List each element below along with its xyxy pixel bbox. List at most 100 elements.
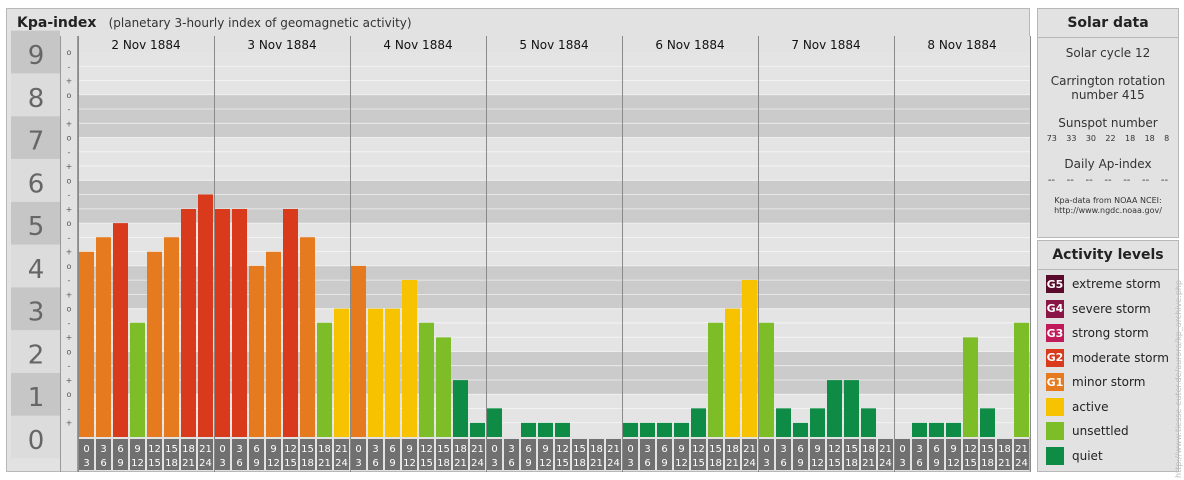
sunspot-title: Sunspot number — [1058, 116, 1158, 130]
time-start-label: 6 — [117, 444, 123, 455]
time-start-label: 3 — [508, 444, 514, 455]
time-start-label: 0 — [899, 444, 905, 455]
activity-level-item: quiet — [1046, 446, 1103, 465]
time-start-label: 3 — [916, 444, 922, 455]
ap-value: -- — [1123, 175, 1131, 186]
activity-level-item: G1 minor storm — [1046, 373, 1145, 391]
time-end-label: 12 — [539, 458, 552, 469]
time-start-label: 9 — [678, 444, 684, 455]
kp-bar — [708, 322, 723, 437]
kp-bar — [487, 408, 502, 437]
kp-bar — [538, 422, 553, 437]
kp-bar — [96, 237, 111, 437]
time-start-label: 21 — [607, 444, 620, 455]
kp-bar — [640, 422, 655, 437]
time-end-label: 15 — [964, 458, 977, 469]
credit-url[interactable]: http://www.tiesse-euter.de/aurora/kp_arc… — [1174, 280, 1183, 478]
y-tick-label: 8 — [28, 84, 45, 114]
time-end-label: 18 — [845, 458, 858, 469]
time-end-label: 21 — [998, 458, 1011, 469]
kp-bar — [249, 265, 264, 437]
time-start-label: 15 — [981, 444, 994, 455]
time-start-label: 6 — [661, 444, 667, 455]
activity-level-swatch: G1 — [1046, 373, 1064, 391]
kp-bar — [232, 208, 247, 437]
activity-level-label: moderate storm — [1072, 350, 1169, 365]
time-end-label: 9 — [525, 458, 531, 469]
kp-bar — [861, 408, 876, 437]
time-start-label: 0 — [355, 444, 361, 455]
time-end-label: 18 — [165, 458, 178, 469]
time-start-label: 21 — [335, 444, 348, 455]
activity-level-label: unsettled — [1072, 424, 1129, 438]
minor-tick-label: + — [66, 376, 73, 385]
time-start-label: 0 — [219, 444, 225, 455]
kp-bar — [946, 422, 961, 437]
ap-value: -- — [1085, 175, 1093, 186]
y-tick-label: 9 — [28, 41, 45, 71]
time-start-label: 15 — [573, 444, 586, 455]
kp-bar — [555, 422, 570, 437]
time-end-label: 15 — [420, 458, 433, 469]
time-end-label: 18 — [437, 458, 450, 469]
minor-tick-label: o — [67, 305, 72, 314]
activity-level-item: unsettled — [1046, 422, 1129, 440]
kp-bar — [147, 251, 162, 437]
time-start-label: 15 — [165, 444, 178, 455]
time-start-label: 18 — [726, 444, 739, 455]
time-start-label: 12 — [420, 444, 433, 455]
time-end-label: 21 — [454, 458, 467, 469]
solar-data-title: Solar data — [1038, 9, 1178, 38]
time-end-label: 18 — [573, 458, 586, 469]
kp-bar — [759, 322, 774, 437]
source-line2[interactable]: http://www.ngdc.noaa.gov/ — [1038, 206, 1178, 216]
kp-bar — [385, 308, 400, 437]
activity-level-swatch — [1046, 422, 1064, 440]
solar-data-panel: Solar data Solar cycle 12 Carrington rot… — [1037, 8, 1179, 238]
kp-bar — [742, 280, 757, 437]
time-end-label: 15 — [284, 458, 297, 469]
level-band — [78, 94, 1030, 138]
kp-bar — [436, 337, 451, 437]
minor-tick-label: + — [66, 119, 73, 128]
sunspot-value: 33 — [1066, 134, 1077, 143]
minor-tick-label: + — [66, 419, 73, 428]
ap-title: Daily Ap-index — [1064, 157, 1152, 171]
time-start-label: 0 — [491, 444, 497, 455]
time-start-label: 12 — [556, 444, 569, 455]
activity-level-swatch: G3 — [1046, 324, 1064, 342]
kp-bar — [266, 251, 281, 437]
time-end-label: 3 — [763, 458, 769, 469]
time-end-label: 3 — [899, 458, 905, 469]
minor-tick-label: - — [68, 105, 71, 114]
activity-level-item: G5 extreme storm — [1046, 275, 1161, 293]
time-start-label: 18 — [318, 444, 331, 455]
kp-bar — [963, 337, 978, 437]
time-end-label: 15 — [556, 458, 569, 469]
kp-bar — [351, 265, 366, 437]
time-start-label: 21 — [879, 444, 892, 455]
kp-bar — [368, 308, 383, 437]
activity-level-swatch: G4 — [1046, 299, 1064, 318]
minor-tick-label: - — [68, 233, 71, 242]
minor-tick-label: - — [68, 148, 71, 157]
time-end-label: 3 — [219, 458, 225, 469]
time-start-label: 0 — [627, 444, 633, 455]
kp-bar — [130, 322, 145, 437]
time-start-label: 12 — [692, 444, 705, 455]
activity-level-item: G3 strong storm — [1046, 324, 1149, 342]
ap-value: -- — [1047, 175, 1056, 186]
y-tick-label: 5 — [28, 212, 45, 242]
time-end-label: 24 — [607, 458, 620, 469]
kp-bar — [453, 380, 468, 437]
time-end-label: 21 — [590, 458, 603, 469]
activity-levels-panel: Activity levels G5 extreme storm G4 severe … — [1037, 240, 1179, 472]
time-end-label: 12 — [267, 458, 280, 469]
time-end-label: 9 — [389, 458, 395, 469]
time-end-label: 18 — [301, 458, 314, 469]
minor-tick-label: + — [66, 162, 73, 171]
ap-value: -- — [1104, 175, 1112, 186]
y-tick-label: 6 — [28, 169, 45, 199]
day-label: 2 Nov 1884 — [111, 38, 180, 52]
time-start-label: 12 — [284, 444, 297, 455]
